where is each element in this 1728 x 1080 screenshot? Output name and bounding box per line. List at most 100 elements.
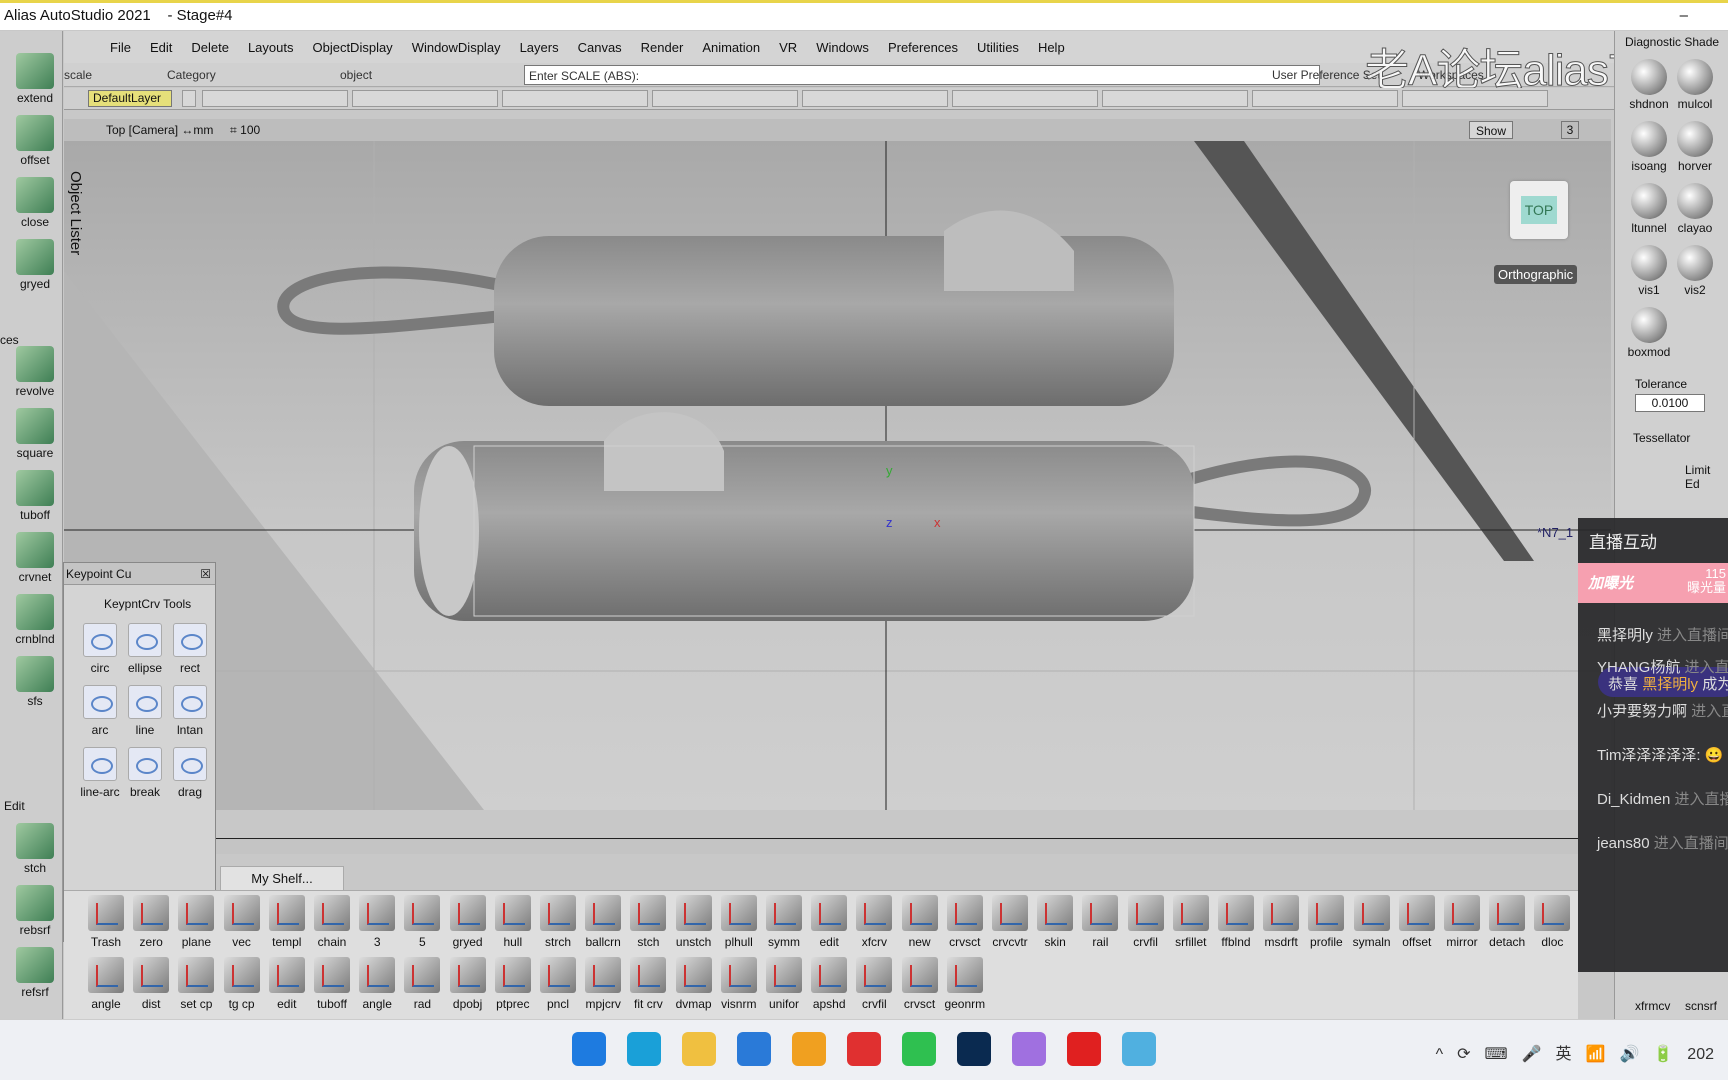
palette-boxmod[interactable]: boxmod [1625, 307, 1673, 359]
palette-shdnon[interactable]: shdnon [1625, 59, 1673, 111]
left-tool-extend[interactable]: extend [8, 53, 62, 105]
layer-slot[interactable] [502, 90, 648, 107]
menu-animation[interactable]: Animation [702, 40, 760, 55]
menu-edit[interactable]: Edit [150, 40, 172, 55]
menu-render[interactable]: Render [641, 40, 684, 55]
taskbar-wechat-icon[interactable] [902, 1032, 936, 1066]
shelf-tool-srfillet[interactable]: srfillet [1169, 895, 1213, 949]
shelf-tool-crvcvtr[interactable]: crvcvtr [988, 895, 1032, 949]
left-tool-tuboff[interactable]: tuboff [8, 470, 62, 522]
layer-slot[interactable] [1402, 90, 1548, 107]
shelf-tool-profile[interactable]: profile [1304, 895, 1348, 949]
keypoint-tool-arc[interactable]: arc [78, 685, 122, 737]
show-button[interactable]: Show [1469, 121, 1514, 139]
shelf-tool-rail[interactable]: rail [1078, 895, 1122, 949]
left-tool-crnblnd[interactable]: crnblnd [8, 594, 62, 646]
shelf-tool-rad[interactable]: rad [400, 957, 444, 1011]
menu-utilities[interactable]: Utilities [977, 40, 1019, 55]
shelf-tool-dloc[interactable]: dloc [1530, 895, 1574, 949]
palette-vis2[interactable]: vis2 [1671, 245, 1719, 297]
layer-slot[interactable] [202, 90, 348, 107]
keypoint-tool-drag[interactable]: drag [168, 747, 212, 799]
left-tool-sfs[interactable]: sfs [8, 656, 62, 708]
tray-icon[interactable]: 🎤 [1522, 1046, 1542, 1063]
shelf-tool-unifor[interactable]: unifor [762, 957, 806, 1011]
shelf-tool-dvmap[interactable]: dvmap [672, 957, 716, 1011]
taskbar-photoshop-icon[interactable] [957, 1032, 991, 1066]
layer-slot[interactable] [1102, 90, 1248, 107]
shelf-tool-angle[interactable]: angle [355, 957, 399, 1011]
layer-slot[interactable] [802, 90, 948, 107]
layout-number[interactable]: 3 [1561, 121, 1579, 139]
tool-xfrmcv[interactable]: xfrmcv [1635, 999, 1670, 1013]
shelf-tool-edit[interactable]: edit [265, 957, 309, 1011]
minimize-button[interactable]: – [1680, 3, 1688, 29]
shelf-tool-crvfil[interactable]: crvfil [1124, 895, 1168, 949]
tool-scnsrf[interactable]: scnsrf [1685, 999, 1717, 1013]
shelf-tool-apshd[interactable]: apshd [807, 957, 851, 1011]
shelf-tool-offset[interactable]: offset [1395, 895, 1439, 949]
shelf-tool-plane[interactable]: plane [174, 895, 218, 949]
camera-label[interactable]: Top [Camera] [106, 123, 178, 137]
keypoint-tool-ellipse[interactable]: ellipse [123, 623, 167, 675]
tray-icon[interactable]: ⟳ [1457, 1046, 1470, 1063]
clock[interactable]: 202 [1687, 1046, 1714, 1063]
layer-slot[interactable] [352, 90, 498, 107]
menu-layers[interactable]: Layers [520, 40, 559, 55]
shelf-tool-tuboff[interactable]: tuboff [310, 957, 354, 1011]
shelf-tool-vec[interactable]: vec [220, 895, 264, 949]
menu-windows[interactable]: Windows [816, 40, 869, 55]
shelf-tool-chain[interactable]: chain [310, 895, 354, 949]
shelf-tool-crvsct[interactable]: crvsct [943, 895, 987, 949]
shelf-tool-symm[interactable]: symm [762, 895, 806, 949]
keypoint-tool-line[interactable]: line [123, 685, 167, 737]
tray-icon[interactable]: ⌨ [1485, 1046, 1508, 1063]
shelf-tool-5[interactable]: 5 [400, 895, 444, 949]
left-tool-offset[interactable]: offset [8, 115, 62, 167]
shelf-tool-detach[interactable]: detach [1485, 895, 1529, 949]
shelf-tool-crvsct[interactable]: crvsct [898, 957, 942, 1011]
left-tool-square[interactable]: square [8, 408, 62, 460]
menu-objectdisplay[interactable]: ObjectDisplay [312, 40, 392, 55]
shelf-tool-ballcrn[interactable]: ballcrn [581, 895, 625, 949]
taskbar-recorder-icon[interactable] [1067, 1032, 1101, 1066]
menu-preferences[interactable]: Preferences [888, 40, 958, 55]
shelf-tool-mirror[interactable]: mirror [1440, 895, 1484, 949]
shelf-tool-gryed[interactable]: gryed [446, 895, 490, 949]
menu-windowdisplay[interactable]: WindowDisplay [412, 40, 501, 55]
keypoint-tool-line-arc[interactable]: line-arc [78, 747, 122, 799]
taskbar-start-icon[interactable] [572, 1032, 606, 1066]
shelf-tool-visnrm[interactable]: visnrm [717, 957, 761, 1011]
shelf-tool-zero[interactable]: zero [129, 895, 173, 949]
palette-clayao[interactable]: clayao [1671, 183, 1719, 235]
tolerance-input[interactable]: 0.0100 [1635, 394, 1705, 412]
keypoint-tool-lntan[interactable]: lntan [168, 685, 212, 737]
left-tool-close[interactable]: close [8, 177, 62, 229]
shelf-tool-pncl[interactable]: pncl [536, 957, 580, 1011]
taskbar-mail-icon[interactable] [737, 1032, 771, 1066]
close-icon[interactable]: ☒ [200, 563, 211, 585]
tray-icon[interactable]: 🔋 [1653, 1046, 1673, 1063]
shelf-tool-angle[interactable]: angle [84, 957, 128, 1011]
scale-input[interactable]: Enter SCALE (ABS): [524, 65, 1320, 85]
menu-canvas[interactable]: Canvas [578, 40, 622, 55]
layer-slot[interactable] [1252, 90, 1398, 107]
layer-slot[interactable] [952, 90, 1098, 107]
keypoint-tool-break[interactable]: break [123, 747, 167, 799]
shelf-tool-ffblnd[interactable]: ffblnd [1214, 895, 1258, 949]
left-tool-crvnet[interactable]: crvnet [8, 532, 62, 584]
left-tool-gryed[interactable]: gryed [8, 239, 62, 291]
boost-banner[interactable]: 加曝光 115 曝光量 [1578, 563, 1728, 603]
taskbar-wps-icon[interactable] [847, 1032, 881, 1066]
shelf-tool-stch[interactable]: stch [626, 895, 670, 949]
taskbar-edge-icon[interactable] [627, 1032, 661, 1066]
shelf-tool-fit-crv[interactable]: fit crv [626, 957, 670, 1011]
tray-icon[interactable]: ^ [1436, 1046, 1444, 1063]
tray-icon[interactable]: 📶 [1586, 1046, 1606, 1063]
layer-slot[interactable] [652, 90, 798, 107]
menu-vr[interactable]: VR [779, 40, 797, 55]
viewport[interactable]: y z x *N7_1 Object Lister TOP Orthograph… [64, 141, 1611, 810]
tray-icon[interactable]: 英 [1556, 1046, 1572, 1063]
shelf-tool-msdrft[interactable]: msdrft [1259, 895, 1303, 949]
palette-ltunnel[interactable]: ltunnel [1625, 183, 1673, 235]
